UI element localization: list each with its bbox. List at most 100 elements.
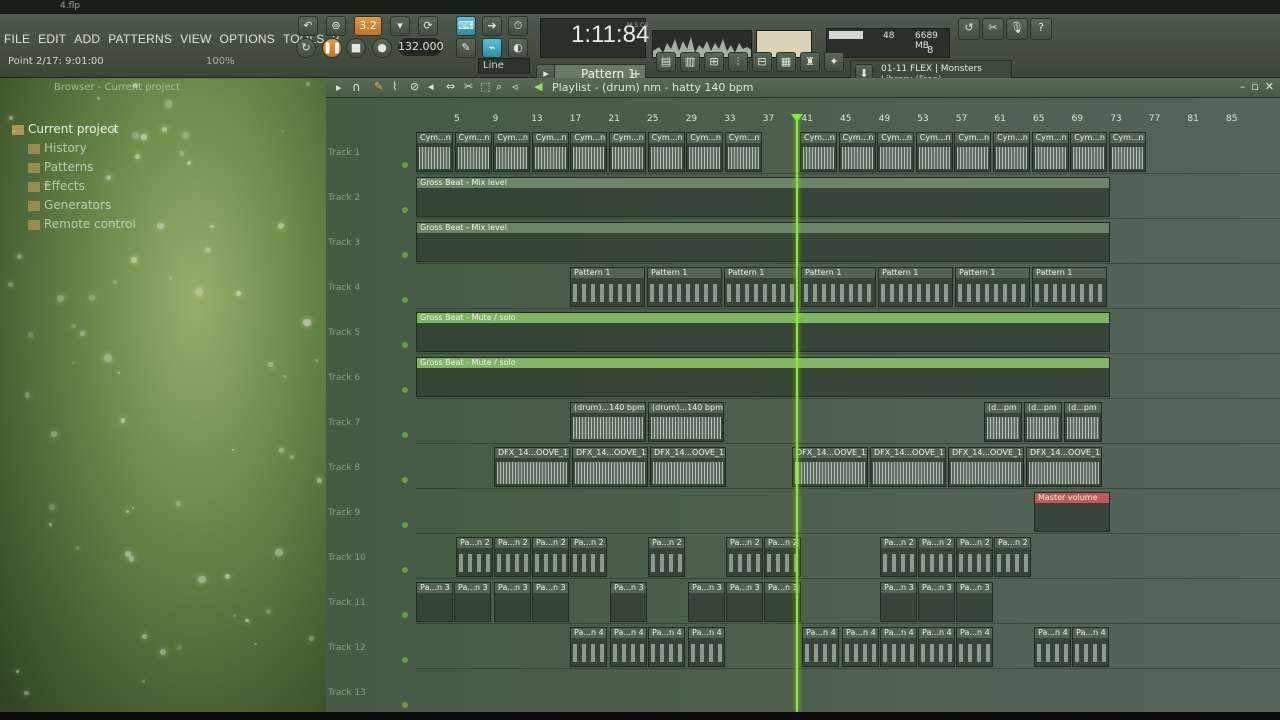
pencil-icon[interactable]: ✎ <box>374 80 383 93</box>
playlist-clip[interactable]: DFX_14...OOVE_12 <box>572 447 648 487</box>
playlist-clip[interactable]: Cym...n <box>493 132 531 172</box>
menu-item[interactable]: OPTIONS <box>220 32 275 46</box>
playlist-window-icon[interactable]: ▤ <box>656 52 676 72</box>
snap-magnet-icon[interactable]: ⌁ <box>482 38 502 58</box>
help-icon[interactable]: ? <box>1030 18 1052 40</box>
playlist-clip[interactable]: Pattern 1 <box>878 267 953 307</box>
playlist-clip[interactable]: Pa...n 4 <box>610 627 647 667</box>
playlist-clip[interactable]: Pa...n 3 <box>688 582 725 622</box>
playlist-clip[interactable]: Pa...n 4 <box>570 627 607 667</box>
track-lane[interactable]: Pa...n 4 Pa...n 4 Pa...n 4 Pa...n 4 Pa...n 4… <box>416 625 1280 669</box>
touch-controller-icon[interactable]: ✦ <box>824 52 844 72</box>
step-edit-button[interactable]: 3.2 <box>354 16 382 36</box>
playlist-clip[interactable]: DFX_14...OOVE_12 <box>494 447 570 487</box>
typing-keyboard-icon[interactable]: ⌨ <box>456 16 476 36</box>
close-icon[interactable]: ✕ <box>1265 80 1274 93</box>
playlist-clip[interactable]: Pa...n 2 <box>648 537 685 577</box>
track-enable-led[interactable] <box>402 387 408 393</box>
playlist-clip[interactable]: Cym...n <box>609 132 646 172</box>
track-enable-led[interactable] <box>402 252 408 258</box>
track-lane[interactable]: Cym...n Cym...n Cym...n Cym...n Cym...n Cym..… <box>416 130 1280 174</box>
tree-current-project[interactable]: Current project <box>12 120 136 139</box>
playlist-clip[interactable]: Pa...n 4 <box>1072 627 1109 667</box>
playlist-clip[interactable]: Pa...n 2 <box>994 537 1031 577</box>
playlist-clip[interactable]: Pa...n 3 <box>532 582 569 622</box>
menu-item[interactable]: ADD <box>74 32 100 46</box>
playlist-clip[interactable]: Cym...n <box>686 132 724 172</box>
playlist-clip[interactable]: Pa...n 2 <box>570 537 607 577</box>
mute-icon[interactable]: ◂ <box>428 80 434 93</box>
playlist-clip[interactable]: Pa...n 3 <box>416 582 453 622</box>
select-icon[interactable]: ⬚ <box>480 80 490 93</box>
playlist-clip[interactable]: Gross Beat - Mix level <box>416 177 1110 217</box>
playlist-clip[interactable]: DFX_14...OOVE_12 <box>1026 447 1102 487</box>
playlist-clip[interactable]: Pa...n 3 <box>956 582 993 622</box>
track-enable-led[interactable] <box>402 297 408 303</box>
track-enable-led[interactable] <box>402 657 408 663</box>
mixer-icon[interactable]: ⫶ <box>728 52 748 72</box>
playlist-clip[interactable]: Pa...n 2 <box>726 537 763 577</box>
playlist-clip[interactable]: Cym...n <box>1108 132 1146 172</box>
playlist-clip[interactable]: Pattern 1 <box>570 267 645 307</box>
tempo-display[interactable]: 132.000 <box>398 38 444 56</box>
track-lanes[interactable]: Cym...n Cym...n Cym...n Cym...n Cym...n Cym..… <box>416 130 1280 712</box>
playlist-clip[interactable]: Cym...n <box>993 132 1030 172</box>
track-header[interactable]: Track 9 <box>328 490 414 535</box>
playlist-clip[interactable]: Pa...n 2 <box>532 537 569 577</box>
track-header[interactable]: Track 12 <box>328 625 414 670</box>
stop-button[interactable]: ■ <box>346 38 366 58</box>
track-header[interactable]: Track 10 <box>328 535 414 580</box>
playhead-marker[interactable] <box>791 114 803 122</box>
playlist-clip[interactable]: Cym...n <box>454 132 492 172</box>
track-lane[interactable]: Gross Beat - Mute / solo <box>416 355 1280 399</box>
playlist-clip[interactable]: DFX_14...OOVE_12 <box>870 447 946 487</box>
snap-select[interactable]: Line <box>478 58 530 74</box>
track-enable-led[interactable] <box>402 567 408 573</box>
track-enable-led[interactable] <box>402 522 408 528</box>
track-enable-led[interactable] <box>402 207 408 213</box>
track-header[interactable]: Track 8 <box>328 445 414 490</box>
track-header[interactable]: Track 1 <box>328 130 414 175</box>
track-enable-led[interactable] <box>402 477 408 483</box>
playlist-clip[interactable]: Pa...n 4 <box>842 627 879 667</box>
track-lane[interactable]: Pattern 1 Pattern 1 Pattern 1 Pattern 1 Patt… <box>416 265 1280 309</box>
playlist-clip[interactable]: Gross Beat - Mute / solo <box>416 312 1110 352</box>
playlist-clip[interactable]: Pa...n 4 <box>918 627 955 667</box>
playlist-clip[interactable]: (drum)...140 bpm <box>648 402 724 442</box>
playlist-clip[interactable]: Pa...n 4 <box>880 627 917 667</box>
playlist-clip[interactable]: Pa...n 3 <box>918 582 955 622</box>
record-mode-icon[interactable]: ⊚ <box>326 16 346 36</box>
playlist-clip[interactable]: Cym...n <box>531 132 569 172</box>
playlist-clip[interactable]: Pa...n 2 <box>456 537 493 577</box>
track-lane[interactable]: Gross Beat - Mix level <box>416 175 1280 219</box>
playlist-clip[interactable]: Gross Beat - Mix level <box>416 222 1110 262</box>
playlist-clip[interactable]: DFX_14...OOVE_12 <box>650 447 726 487</box>
playlist-clip[interactable]: Cym...n <box>838 132 876 172</box>
track-lane[interactable]: Gross Beat - Mute / solo <box>416 310 1280 354</box>
menu-item[interactable]: FILE <box>4 32 30 46</box>
playlist-clip[interactable]: Pattern 1 <box>955 267 1030 307</box>
minimize-icon[interactable]: – <box>1240 80 1246 93</box>
track-enable-led[interactable] <box>402 432 408 438</box>
tree-item[interactable]: Remote control <box>12 215 136 234</box>
track-header[interactable]: Track 3 <box>328 220 414 265</box>
playlist-clip[interactable]: Pattern 1 <box>647 267 722 307</box>
playlist-clip[interactable]: Pa...n 4 <box>802 627 839 667</box>
loop-record-icon[interactable]: ⟳ <box>418 16 438 36</box>
playlist-clip[interactable]: Pa...n 3 <box>454 582 491 622</box>
playlist-clip[interactable]: Pattern 1 <box>724 267 799 307</box>
track-lane[interactable]: Master volume <box>416 490 1280 534</box>
playlist-clip[interactable]: Gross Beat - Mute / solo <box>416 357 1110 397</box>
tree-item[interactable]: Generators <box>12 196 136 215</box>
track-lane[interactable]: Pa...n 3 Pa...n 3 Pa...n 3 Pa...n 3 Pa...n 3… <box>416 580 1280 624</box>
playlist-clip[interactable]: Pa...n 4 <box>648 627 685 667</box>
track-lane[interactable]: Gross Beat - Mix level <box>416 220 1280 264</box>
playlist-clip[interactable]: Master volume <box>1034 492 1110 532</box>
playhead-line[interactable] <box>796 116 798 712</box>
track-lane[interactable]: (drum)...140 bpm (drum)...140 bpm (d...pm (… <box>416 400 1280 444</box>
pat-song-toggle-icon[interactable]: ↶ <box>298 16 318 36</box>
track-lane[interactable] <box>416 670 1280 712</box>
tree-item[interactable]: Effects <box>12 177 136 196</box>
channel-settings-icon[interactable]: ⊟ <box>752 52 772 72</box>
playlist-clip[interactable]: Cym...n <box>1070 132 1108 172</box>
